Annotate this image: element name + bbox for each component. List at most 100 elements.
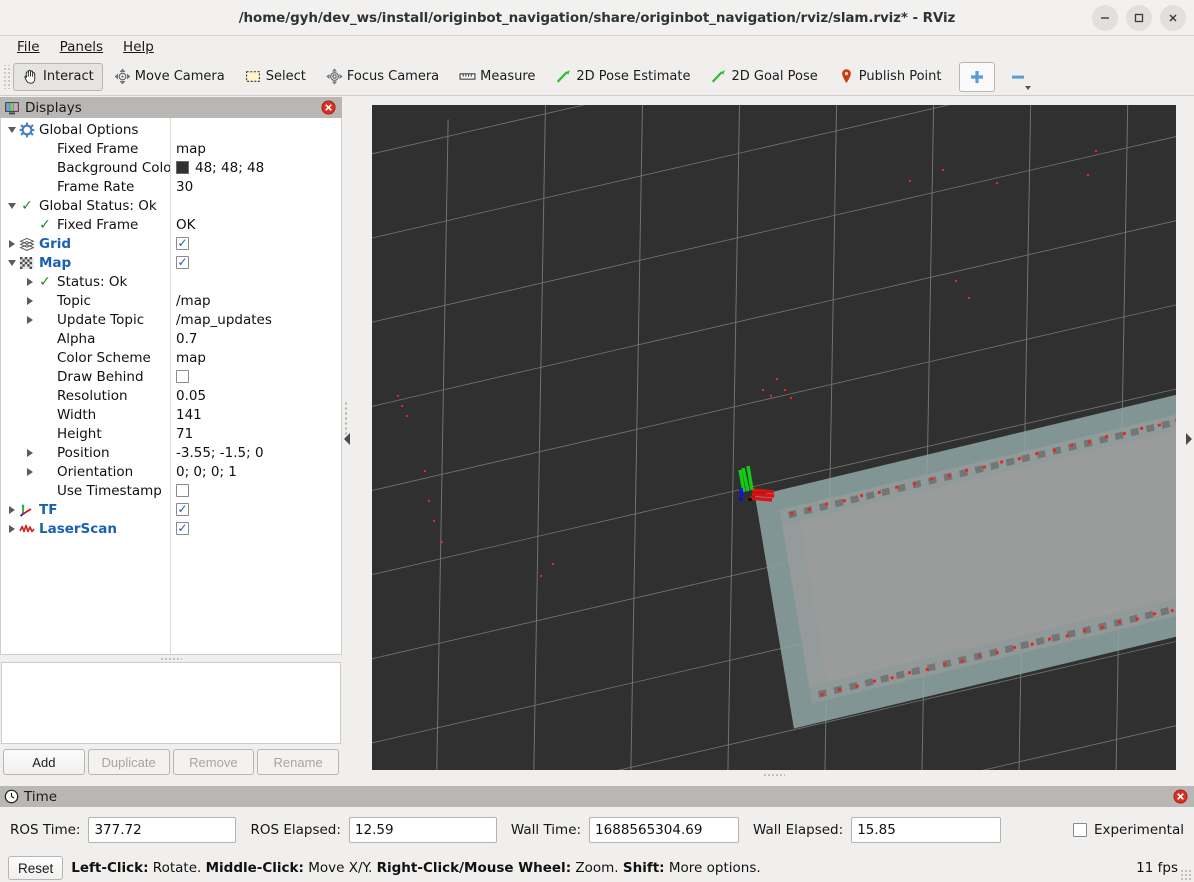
chevron-right-icon[interactable] (1186, 432, 1192, 445)
tool-select[interactable]: Select (236, 63, 315, 91)
tree-twisty-collapsed[interactable] (23, 310, 37, 329)
view-bottom-splitter[interactable] (372, 770, 1176, 778)
display-row-alpha[interactable]: Alpha 0.7 (1, 329, 341, 348)
display-row-value-cell[interactable]: 0.05 (170, 388, 341, 404)
display-row-value-cell[interactable]: map (170, 350, 341, 366)
right-splitter[interactable] (1184, 97, 1194, 780)
window-resize-grip[interactable] (1180, 869, 1192, 881)
display-row-resolution[interactable]: Resolution 0.05 (1, 386, 341, 405)
add-tool-button[interactable] (959, 61, 996, 92)
close-panel-icon[interactable] (321, 100, 336, 115)
display-row-value-cell[interactable]: 0; 0; 0; 1 (170, 464, 341, 480)
display-row-value-cell[interactable]: 0.7 (170, 331, 341, 347)
display-row-value-cell[interactable]: 30 (170, 179, 341, 195)
display-row-value-cell[interactable]: ✓ (170, 503, 341, 516)
experimental-checkbox-wrap[interactable]: Experimental (1072, 822, 1184, 838)
minimize-icon[interactable] (1092, 5, 1118, 31)
tool-move-camera[interactable]: Move Camera (105, 63, 234, 91)
add-display-button[interactable]: Add (3, 749, 85, 775)
display-row-value-cell[interactable]: map (170, 141, 341, 157)
display-row-fixed-frame[interactable]: Fixed Frame map (1, 139, 341, 158)
ros-elapsed-input[interactable] (348, 816, 497, 843)
expand-triangle-right-icon[interactable] (27, 315, 33, 324)
display-row-orientation[interactable]: Orientation 0; 0; 0; 1 (1, 462, 341, 481)
tool-publish-point[interactable]: Publish Point (829, 63, 951, 91)
expand-triangle-right-icon[interactable] (9, 524, 15, 533)
display-row-color-scheme[interactable]: Color Scheme map (1, 348, 341, 367)
displays-tree-container[interactable]: Global Options Fixed Frame map Background C… (0, 118, 342, 655)
display-row-value-cell[interactable]: 141 (170, 407, 341, 423)
maximize-icon[interactable] (1126, 5, 1152, 31)
display-row-global-options[interactable]: Global Options (1, 120, 341, 139)
display-row-value-cell[interactable]: 48; 48; 48 (170, 160, 341, 176)
rename-display-button[interactable]: Rename (257, 749, 339, 775)
display-enabled-checkbox[interactable] (176, 370, 189, 383)
wall-time-input[interactable] (589, 816, 740, 843)
experimental-checkbox[interactable] (1072, 822, 1087, 837)
display-row-grid[interactable]: Grid ✓ (1, 234, 341, 253)
expand-triangle-down-icon[interactable] (8, 126, 16, 133)
menu-file[interactable]: File (7, 38, 50, 56)
display-row-fixed-frame[interactable]: ✓ Fixed Frame OK (1, 215, 341, 234)
display-enabled-checkbox[interactable]: ✓ (176, 503, 189, 516)
display-row-value-cell[interactable] (170, 484, 341, 497)
display-row-frame-rate[interactable]: Frame Rate 30 (1, 177, 341, 196)
display-row-topic[interactable]: Topic/map (1, 291, 341, 310)
display-row-value-cell[interactable]: ✓ (170, 237, 341, 250)
expand-triangle-right-icon[interactable] (9, 239, 15, 248)
render-view-3d[interactable] (372, 105, 1176, 770)
display-row-value-cell[interactable]: /map (170, 293, 341, 309)
duplicate-display-button[interactable]: Duplicate (87, 749, 170, 775)
reset-button[interactable]: Reset (8, 856, 64, 880)
tool-measure[interactable]: Measure (450, 63, 544, 91)
ros-time-input[interactable] (88, 816, 237, 843)
tree-twisty-collapsed[interactable] (23, 462, 37, 481)
tree-twisty-collapsed[interactable] (23, 272, 37, 291)
tree-twisty-collapsed[interactable] (5, 500, 19, 519)
display-row-laserscan[interactable]: LaserScan ✓ (1, 519, 341, 538)
tree-twisty-collapsed[interactable] (23, 443, 37, 462)
expand-triangle-right-icon[interactable] (9, 505, 15, 514)
display-row-value-cell[interactable]: ✓ (170, 256, 341, 269)
chevron-down-icon[interactable] (1025, 85, 1032, 90)
display-row-height[interactable]: Height 71 (1, 424, 341, 443)
background-color-swatch[interactable] (176, 161, 189, 174)
menu-help[interactable]: Help (113, 38, 164, 56)
tool-2d-pose-estimate[interactable]: 2D Pose Estimate (546, 63, 699, 91)
display-row-update-topic[interactable]: Update Topic/map_updates (1, 310, 341, 329)
display-enabled-checkbox[interactable] (176, 484, 189, 497)
display-row-value-cell[interactable]: OK (170, 217, 341, 233)
description-splitter[interactable] (0, 655, 342, 662)
expand-triangle-right-icon[interactable] (27, 448, 33, 457)
display-row-width[interactable]: Width 141 (1, 405, 341, 424)
display-row-global-status-ok[interactable]: ✓ Global Status: Ok (1, 196, 341, 215)
expand-triangle-down-icon[interactable] (8, 259, 16, 266)
close-icon[interactable] (1160, 5, 1186, 31)
display-row-tf[interactable]: TF ✓ (1, 500, 341, 519)
tool-2d-goal-pose[interactable]: 2D Goal Pose (701, 63, 826, 91)
expand-triangle-down-icon[interactable] (8, 202, 16, 209)
menu-panels[interactable]: Panels (50, 38, 113, 56)
left-splitter[interactable] (342, 97, 352, 780)
display-enabled-checkbox[interactable]: ✓ (176, 522, 189, 535)
remove-display-button[interactable]: Remove (172, 749, 255, 775)
expand-triangle-right-icon[interactable] (27, 277, 33, 286)
display-row-value-cell[interactable]: 71 (170, 426, 341, 442)
tree-twisty-expanded[interactable] (5, 253, 19, 272)
left-splitter-grip[interactable] (344, 401, 347, 435)
close-time-panel-icon[interactable] (1173, 789, 1188, 804)
expand-triangle-right-icon[interactable] (27, 467, 33, 476)
expand-triangle-right-icon[interactable] (27, 296, 33, 305)
tree-twisty-collapsed[interactable] (23, 291, 37, 310)
toolbar-grip[interactable] (2, 64, 10, 89)
display-row-value-cell[interactable]: -3.55; -1.5; 0 (170, 445, 341, 461)
tree-twisty-expanded[interactable] (5, 120, 19, 139)
tree-twisty-collapsed[interactable] (5, 234, 19, 253)
display-row-status-ok[interactable]: ✓ Status: Ok (1, 272, 341, 291)
display-row-value-cell[interactable]: ✓ (170, 522, 341, 535)
remove-tool-button[interactable] (1003, 62, 1033, 92)
display-enabled-checkbox[interactable]: ✓ (176, 237, 189, 250)
tool-focus-camera[interactable]: Focus Camera (317, 63, 448, 91)
display-row-use-timestamp[interactable]: Use Timestamp (1, 481, 341, 500)
display-row-background-color[interactable]: Background Color 48; 48; 48 (1, 158, 341, 177)
